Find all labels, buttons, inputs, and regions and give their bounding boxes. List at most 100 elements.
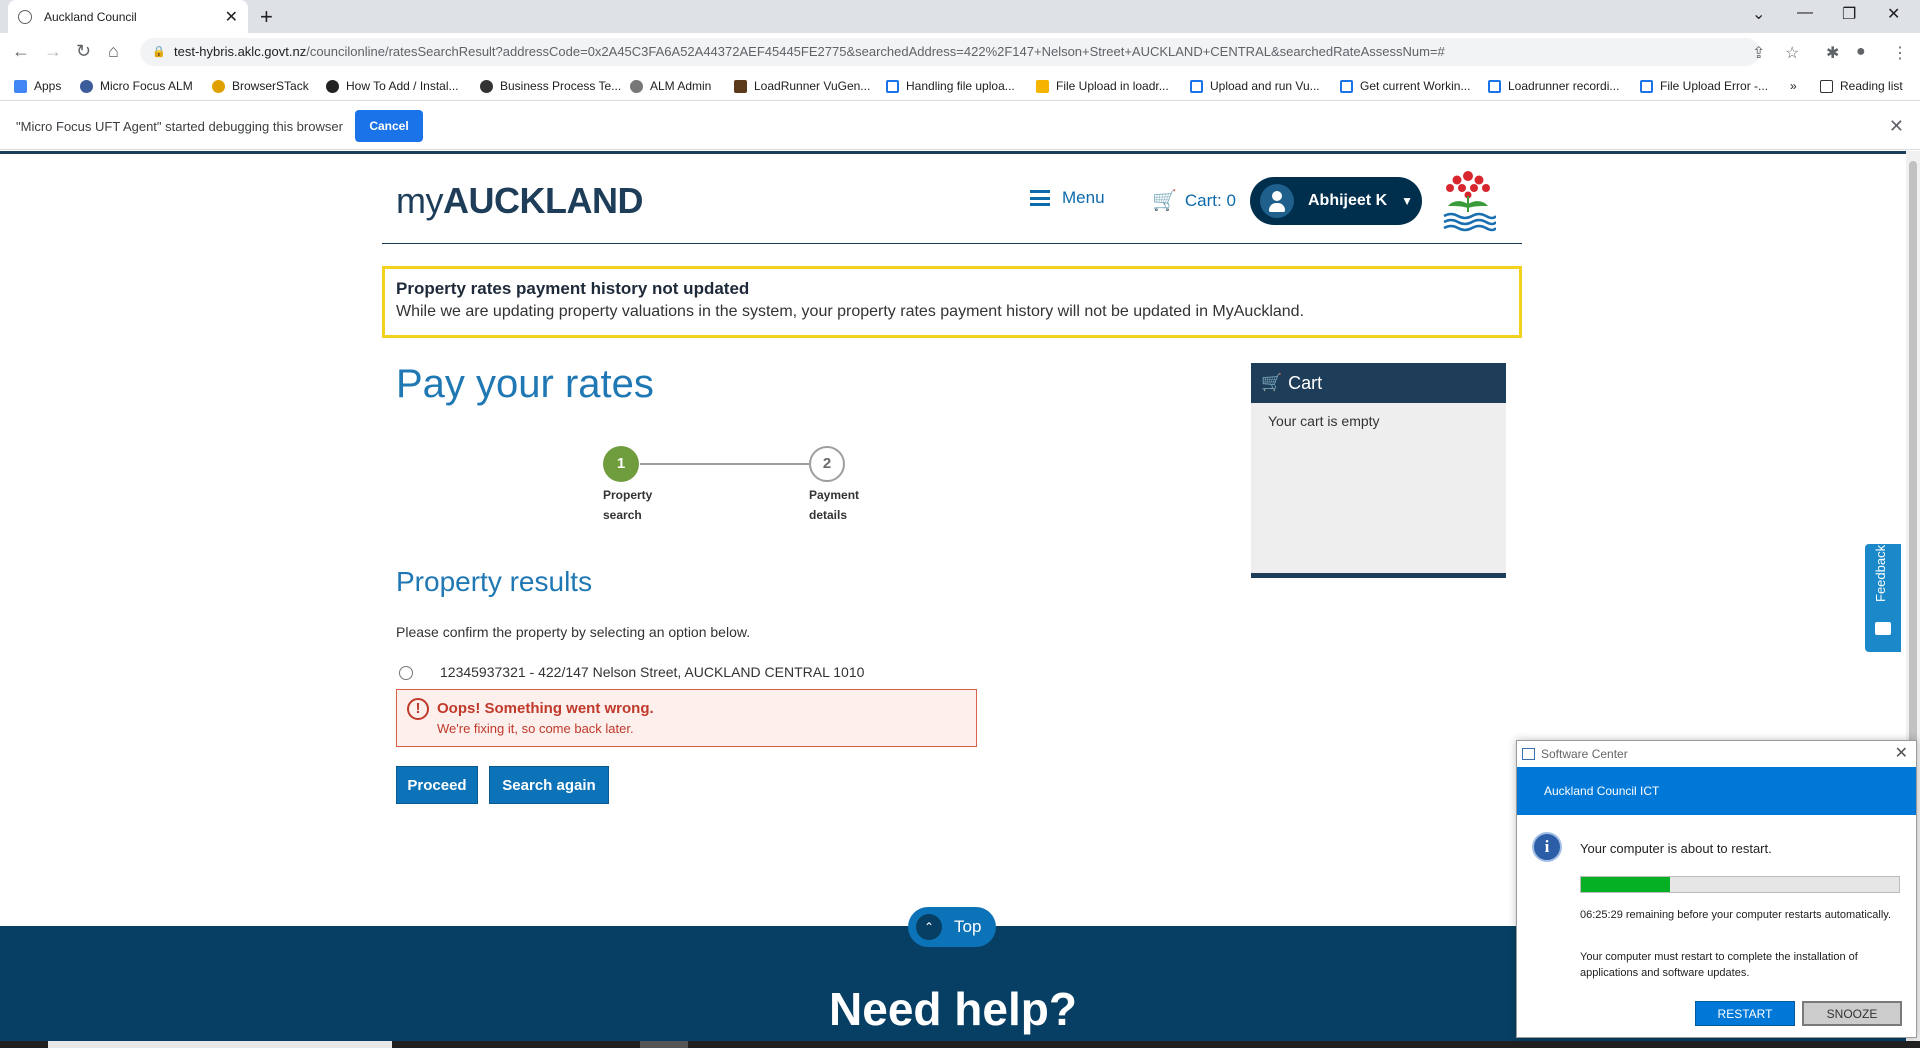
- step-2-indicator: 2: [809, 446, 845, 482]
- results-heading: Property results: [396, 566, 593, 597]
- tab-search-icon[interactable]: ⌄: [1752, 4, 1765, 24]
- reload-icon[interactable]: ↻: [76, 41, 91, 62]
- auckland-council-logo[interactable]: [1440, 166, 1496, 232]
- dialog-titlebar: Software Center ✕: [1517, 741, 1916, 767]
- bookmark-label: Get current Workin...: [1360, 79, 1471, 93]
- site-icon: [1036, 79, 1049, 93]
- forward-icon[interactable]: →: [44, 41, 62, 62]
- reading-list[interactable]: Reading list: [1820, 79, 1903, 93]
- bookmark-item[interactable]: File Upload in loadr...: [1036, 79, 1169, 93]
- tab-close-icon[interactable]: ✕: [225, 7, 238, 27]
- browserstack-icon: [212, 79, 225, 93]
- maximize-button[interactable]: ❐: [1842, 4, 1856, 24]
- step-label-line: search: [603, 508, 642, 522]
- user-account-button[interactable]: Abhijeet K ▼: [1250, 177, 1422, 225]
- bookmark-label: Micro Focus ALM: [100, 79, 193, 93]
- menu-button[interactable]: Menu: [1030, 188, 1105, 208]
- cart-panel-header: 🛒 Cart: [1251, 363, 1506, 403]
- property-option-label[interactable]: 12345937321 - 422/147 Nelson Street, AUC…: [440, 664, 864, 680]
- url-path: /councilonline/ratesSearchResult?address…: [306, 44, 1445, 59]
- header-divider: [382, 243, 1522, 244]
- bookmark-item[interactable]: Micro Focus ALM: [80, 79, 193, 93]
- dialog-close-icon[interactable]: ✕: [1895, 741, 1908, 767]
- new-tab-button[interactable]: +: [260, 4, 273, 30]
- search-again-button[interactable]: Search again: [489, 766, 609, 804]
- bookmark-label: Apps: [34, 79, 62, 93]
- micro-focus-icon: [80, 79, 93, 93]
- globe-icon: [630, 79, 643, 93]
- bookmark-label: BrowserSTack: [232, 79, 309, 93]
- header-cart-link[interactable]: 🛒 Cart: 0: [1152, 188, 1236, 213]
- rates-history-alert: Property rates payment history not updat…: [382, 266, 1522, 338]
- avatar-icon: [1260, 184, 1294, 218]
- extensions-icon[interactable]: ✱: [1826, 43, 1839, 63]
- alert-text: While we are updating property valuation…: [396, 303, 1305, 320]
- cart-count-label: Cart: 0: [1184, 190, 1236, 210]
- share-icon[interactable]: ⇪: [1752, 43, 1765, 63]
- bookmark-label: Handling file uploa...: [906, 79, 1015, 93]
- taskbar-app[interactable]: [640, 1041, 688, 1048]
- dialog-title: Software Center: [1541, 747, 1628, 761]
- bookmark-item[interactable]: Upload and run Vu...: [1190, 79, 1320, 93]
- feedback-tab[interactable]: Feedback: [1865, 544, 1901, 652]
- taskbar-search[interactable]: [48, 1041, 392, 1048]
- progress-step-connector: [640, 463, 812, 465]
- bookmark-item[interactable]: How To Add / Instal...: [326, 79, 459, 93]
- restart-button[interactable]: RESTART: [1695, 1001, 1795, 1026]
- bookmark-item[interactable]: File Upload Error -...: [1640, 79, 1768, 93]
- url-host: test-hybris.aklc.govt.nz: [174, 44, 307, 59]
- bookmark-item[interactable]: Handling file uploa...: [886, 79, 1015, 93]
- bookmark-label: Loadrunner recordi...: [1508, 79, 1620, 93]
- bookmark-apps[interactable]: Apps: [14, 79, 61, 93]
- bookmark-item[interactable]: BrowserSTack: [212, 79, 309, 93]
- page-icon: [886, 79, 899, 93]
- site-icon: [326, 79, 339, 93]
- restart-reason-text: Your computer must restart to complete t…: [1580, 951, 1858, 979]
- bookmark-item[interactable]: Get current Workin...: [1340, 79, 1470, 93]
- page-icon: [1340, 79, 1353, 93]
- bookmark-item[interactable]: LoadRunner VuGen...: [734, 79, 870, 93]
- software-center-dialog: Software Center ✕ Auckland Council ICT i…: [1516, 740, 1917, 1038]
- globe-icon: [18, 9, 32, 24]
- back-to-top-button[interactable]: ⌃ Top: [908, 907, 996, 947]
- property-radio[interactable]: [399, 666, 413, 680]
- page-icon: [1190, 79, 1203, 93]
- overflow-chevron-icon: »: [1790, 79, 1797, 93]
- infobar-message: "Micro Focus UFT Agent" started debuggin…: [16, 119, 343, 134]
- bookmark-label: ALM Admin: [650, 79, 712, 93]
- exclamation-icon: !: [407, 698, 429, 720]
- infobar-cancel-button[interactable]: Cancel: [355, 110, 423, 142]
- bookmark-label: How To Add / Instal...: [346, 79, 459, 93]
- profile-icon[interactable]: ●: [1856, 43, 1866, 61]
- cart-panel: 🛒 Cart Your cart is empty: [1251, 363, 1506, 578]
- page-icon: [1640, 79, 1653, 93]
- reading-list-icon: [1820, 79, 1833, 93]
- browser-menu-icon[interactable]: ⋮: [1892, 43, 1908, 63]
- cart-empty-text: Your cart is empty: [1268, 413, 1380, 429]
- home-icon[interactable]: ⌂: [108, 41, 119, 62]
- bookmark-item[interactable]: Business Process Te...: [480, 79, 621, 93]
- bookmark-label: Upload and run Vu...: [1210, 79, 1320, 93]
- proceed-button[interactable]: Proceed: [396, 766, 478, 804]
- hamburger-icon: [1030, 190, 1050, 206]
- browser-tab[interactable]: Auckland Council ✕: [8, 0, 248, 33]
- top-label: Top: [954, 917, 982, 936]
- bookmark-item[interactable]: Loadrunner recordi...: [1488, 79, 1619, 93]
- confirm-instruction: Please confirm the property by selecting…: [396, 624, 751, 640]
- snooze-button[interactable]: SNOOZE: [1802, 1001, 1902, 1026]
- step-label-line: details: [809, 508, 848, 522]
- site-logo[interactable]: myAUCKLAND: [396, 180, 643, 222]
- user-name: Abhijeet K: [1308, 192, 1388, 209]
- minimize-button[interactable]: —: [1797, 4, 1813, 22]
- menu-label: Menu: [1062, 188, 1105, 207]
- cart-icon: 🛒: [1152, 190, 1177, 212]
- remaining-time-text: 06:25:29 remaining before your computer …: [1580, 909, 1892, 921]
- back-icon[interactable]: ←: [12, 41, 30, 62]
- bookmarks-overflow[interactable]: »: [1790, 79, 1797, 93]
- bookmark-item[interactable]: ALM Admin: [630, 79, 711, 93]
- address-bar[interactable]: 🔒 test-hybris.aklc.govt.nz/councilonline…: [140, 38, 1760, 66]
- infobar-close-icon[interactable]: ✕: [1889, 116, 1904, 137]
- close-window-button[interactable]: ✕: [1887, 4, 1900, 24]
- bookmark-label: LoadRunner VuGen...: [754, 79, 871, 93]
- bookmark-star-icon[interactable]: ☆: [1785, 43, 1799, 63]
